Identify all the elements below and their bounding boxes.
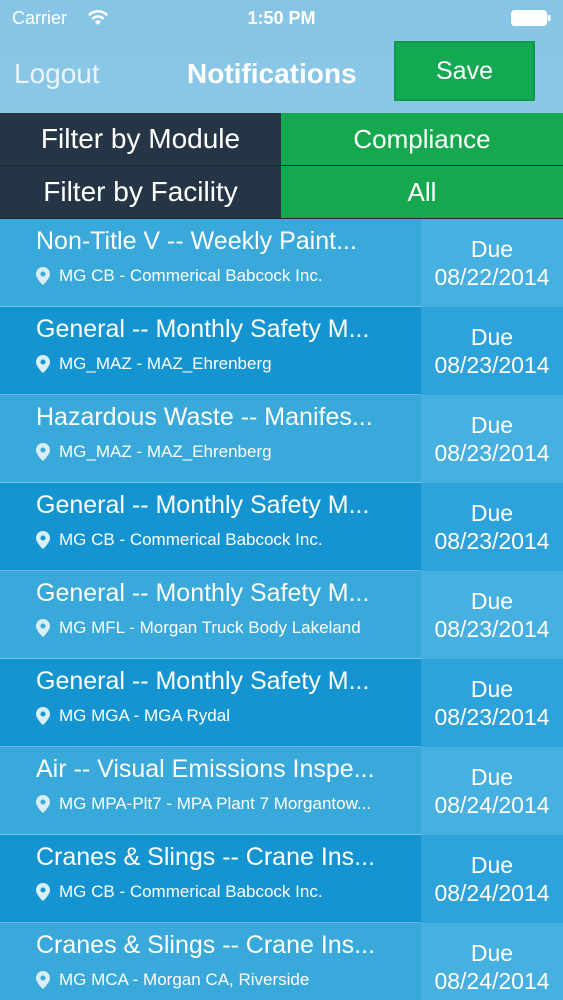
notification-row[interactable]: Air -- Visual Emissions Inspe... MG MPA-… xyxy=(0,747,563,835)
notification-title: General -- Monthly Safety M... xyxy=(36,667,370,695)
notification-main[interactable]: Cranes & Slings -- Crane Ins... MG CB - … xyxy=(0,835,421,923)
nav-bar: Logout Notifications Save xyxy=(0,40,563,106)
notification-facility: MG MGA - MGA Rydal xyxy=(36,706,408,726)
notification-facility: MG_MAZ - MAZ_Ehrenberg xyxy=(36,442,408,462)
facility-label: MG CB - Commerical Babcock Inc. xyxy=(59,530,323,549)
facility-label: MG CB - Commerical Babcock Inc. xyxy=(59,882,323,901)
notification-row[interactable]: Non-Title V -- Weekly Paint... MG CB - C… xyxy=(0,219,563,307)
notification-main[interactable]: General -- Monthly Safety M... MG_MAZ - … xyxy=(0,307,421,395)
notification-title: Air -- Visual Emissions Inspe... xyxy=(36,755,375,783)
notification-main[interactable]: General -- Monthly Safety M... MG CB - C… xyxy=(0,483,421,571)
battery-icon xyxy=(511,10,551,26)
page-title: Notifications xyxy=(187,58,357,89)
due-label: Due xyxy=(470,412,514,438)
notification-row[interactable]: Hazardous Waste -- Manifes... MG_MAZ - M… xyxy=(0,395,563,483)
filter-facility-label: Filter by Facility xyxy=(0,166,281,218)
facility-label: MG MFL - Morgan Truck Body Lakeland xyxy=(59,618,361,637)
facility-label: MG MCA - Morgan CA, Riverside xyxy=(59,970,310,989)
location-pin-icon xyxy=(36,707,50,725)
notification-row[interactable]: General -- Monthly Safety M... MG MGA - … xyxy=(0,659,563,747)
location-pin-icon xyxy=(36,355,50,373)
due-cell: Due 08/24/2014 xyxy=(421,835,563,923)
notification-row[interactable]: General -- Monthly Safety M... MG CB - C… xyxy=(0,483,563,571)
notification-main[interactable]: Cranes & Slings -- Crane Ins... MG MCA -… xyxy=(0,923,421,1000)
notification-facility: MG CB - Commerical Babcock Inc. xyxy=(36,530,408,550)
notification-list: Non-Title V -- Weekly Paint... MG CB - C… xyxy=(0,219,563,1000)
filter-module-label: Filter by Module xyxy=(0,113,281,165)
notification-title: General -- Monthly Safety M... xyxy=(36,491,370,519)
due-label: Due xyxy=(470,500,514,526)
notification-facility: MG MPA-Plt7 - MPA Plant 7 Morgantow... xyxy=(36,794,408,814)
notification-title: Hazardous Waste -- Manifes... xyxy=(36,403,373,431)
notification-main[interactable]: Hazardous Waste -- Manifes... MG_MAZ - M… xyxy=(0,395,421,483)
facility-label: MG_MAZ - MAZ_Ehrenberg xyxy=(59,442,272,461)
filter-facility-select[interactable]: All xyxy=(281,166,563,218)
status-time: 1:50 PM xyxy=(247,8,316,28)
due-label: Due xyxy=(470,676,514,702)
due-cell: Due 08/23/2014 xyxy=(421,307,563,395)
facility-label: MG MPA-Plt7 - MPA Plant 7 Morgantow... xyxy=(59,794,372,813)
location-pin-icon xyxy=(36,443,50,461)
due-date: 08/24/2014 xyxy=(434,792,550,818)
due-label: Due xyxy=(470,940,514,966)
location-pin-icon xyxy=(36,883,50,901)
notification-facility: MG CB - Commerical Babcock Inc. xyxy=(36,882,408,902)
notification-row[interactable]: General -- Monthly Safety M... MG MFL - … xyxy=(0,571,563,659)
location-pin-icon xyxy=(36,531,50,549)
notification-facility: MG MCA - Morgan CA, Riverside xyxy=(36,970,408,990)
logout-button[interactable]: Logout xyxy=(14,58,100,90)
facility-label: MG MGA - MGA Rydal xyxy=(59,706,230,725)
notification-title: Non-Title V -- Weekly Paint... xyxy=(36,227,357,255)
due-label: Due xyxy=(470,852,514,878)
notification-facility: MG_MAZ - MAZ_Ehrenberg xyxy=(36,354,408,374)
due-cell: Due 08/24/2014 xyxy=(421,923,563,1000)
due-date: 08/23/2014 xyxy=(434,616,550,642)
status-bar: Carrier 1:50 PM xyxy=(0,0,563,38)
notification-title: General -- Monthly Safety M... xyxy=(36,579,370,607)
location-pin-icon xyxy=(36,971,50,989)
due-date: 08/23/2014 xyxy=(434,528,550,554)
notification-title: Cranes & Slings -- Crane Ins... xyxy=(36,931,376,959)
header: Carrier 1:50 PM Logout Notifications Sav… xyxy=(0,0,563,113)
notification-title: General -- Monthly Safety M... xyxy=(36,315,370,343)
due-cell: Due 08/23/2014 xyxy=(421,483,563,571)
notification-row[interactable]: General -- Monthly Safety M... MG_MAZ - … xyxy=(0,307,563,395)
notification-row[interactable]: Cranes & Slings -- Crane Ins... MG MCA -… xyxy=(0,923,563,1000)
location-pin-icon xyxy=(36,795,50,813)
save-button[interactable]: Save xyxy=(394,41,535,101)
notification-main[interactable]: Air -- Visual Emissions Inspe... MG MPA-… xyxy=(0,747,421,835)
due-label: Due xyxy=(470,764,514,790)
notification-main[interactable]: Non-Title V -- Weekly Paint... MG CB - C… xyxy=(0,219,421,307)
filter-facility-row: Filter by Facility All xyxy=(0,166,563,219)
notification-main[interactable]: General -- Monthly Safety M... MG MFL - … xyxy=(0,571,421,659)
facility-label: MG_MAZ - MAZ_Ehrenberg xyxy=(59,354,272,373)
filter-module-row: Filter by Module Compliance xyxy=(0,113,563,166)
due-label: Due xyxy=(470,236,514,262)
due-cell: Due 08/23/2014 xyxy=(421,659,563,747)
facility-label: MG CB - Commerical Babcock Inc. xyxy=(59,266,323,285)
filter-module-select[interactable]: Compliance xyxy=(281,113,563,165)
due-date: 08/23/2014 xyxy=(434,704,550,730)
due-cell: Due 08/22/2014 xyxy=(421,219,563,307)
due-cell: Due 08/24/2014 xyxy=(421,747,563,835)
due-label: Due xyxy=(470,588,514,614)
location-pin-icon xyxy=(36,619,50,637)
due-label: Due xyxy=(470,324,514,350)
due-date: 08/23/2014 xyxy=(434,440,550,466)
notification-title: Cranes & Slings -- Crane Ins... xyxy=(36,843,376,871)
due-date: 08/22/2014 xyxy=(434,264,550,290)
due-date: 08/24/2014 xyxy=(434,968,550,994)
notification-main[interactable]: General -- Monthly Safety M... MG MGA - … xyxy=(0,659,421,747)
notification-row[interactable]: Cranes & Slings -- Crane Ins... MG CB - … xyxy=(0,835,563,923)
notification-facility: MG CB - Commerical Babcock Inc. xyxy=(36,266,408,286)
due-date: 08/24/2014 xyxy=(434,880,550,906)
notification-facility: MG MFL - Morgan Truck Body Lakeland xyxy=(36,618,408,638)
due-cell: Due 08/23/2014 xyxy=(421,395,563,483)
due-date: 08/23/2014 xyxy=(434,352,550,378)
location-pin-icon xyxy=(36,267,50,285)
due-cell: Due 08/23/2014 xyxy=(421,571,563,659)
